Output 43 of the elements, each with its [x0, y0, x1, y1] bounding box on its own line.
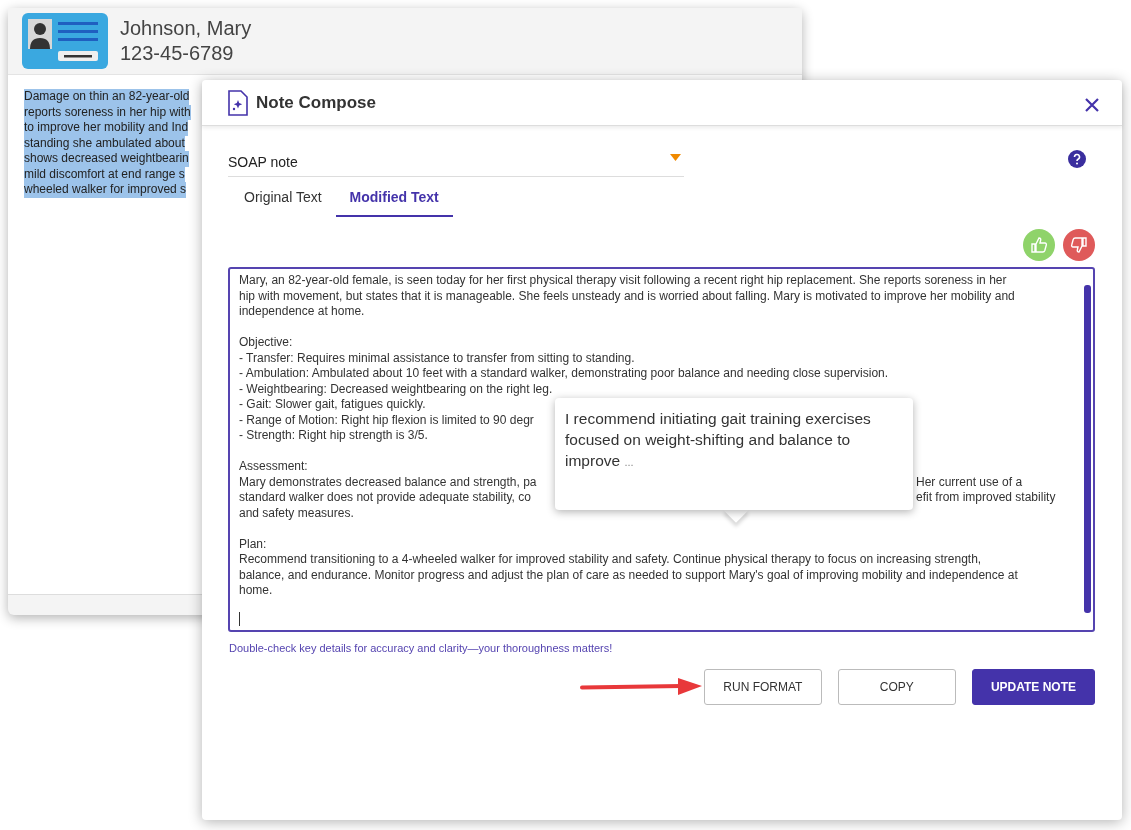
primary-button[interactable]: UPDATE NOTE — [971, 668, 1095, 705]
thumbs-up-button[interactable] — [1023, 229, 1055, 261]
modal-title: Note Compose — [256, 91, 376, 114]
note-text-line: Mary demonstrates decreased balance and strength, pa — [239, 474, 538, 490]
note-text-line: hip with movement, but states that it is manageable. She feels unsteady and is worried about falling. Mary is motivated to improve her mobility and — [239, 288, 1015, 304]
note-text-line: standard walker does not provide adequate stability, co — [239, 490, 532, 506]
caret-icon — [670, 154, 681, 161]
note-text-area[interactable] — [228, 267, 1095, 632]
thumbs-up-icon — [1030, 236, 1048, 254]
sparkle-document-icon — [228, 89, 248, 116]
note-type-dropdown[interactable]: SOAP note — [228, 148, 684, 177]
note-text-line: Objective: — [239, 335, 293, 351]
note-text-line: independence at home. — [239, 304, 365, 320]
patient-id: 123-45-6789 — [120, 41, 235, 66]
note-text-line: balance, and endurance. Monitor progress and adjust the plan of care as needed to support Mary's goal of improving mobility and independence at — [239, 567, 1018, 583]
suggestion-text: I recommend initiating gait training exercises focused on weight-shifting and balance to improve ... — [565, 409, 872, 471]
note-text-line: - Strength: Right hip strength is 3/5. — [239, 428, 428, 444]
note-text-line: Recommend transitioning to a 4-wheeled walker for improved stability and safety. Continue physical therapy to focus on increasing strength, — [239, 552, 982, 568]
tab[interactable]: Original Text — [230, 181, 336, 217]
tab[interactable]: Modified Text — [335, 181, 453, 217]
help-icon[interactable] — [1068, 150, 1086, 168]
patient-name: Johnson, Mary — [120, 16, 252, 41]
note-text-line: - Ambulation: Ambulated about 10 feet with a standard walker, demonstrating poor balance and needing close supervision. — [239, 366, 889, 382]
thumbs-down-icon — [1070, 236, 1088, 254]
note-text-line: and safety measures. — [239, 505, 354, 521]
note-text-line: - Range of Motion: Right hip flexion is limited to 90 degr — [239, 412, 534, 428]
note-text-line: Mary, an 82-year-old female, is seen today for her first physical therapy visit following a recent right hip replacement. She reports soreness in her — [239, 273, 1007, 289]
more-ellipsis[interactable]: ... — [624, 456, 634, 468]
note-text-line: home. — [239, 583, 273, 599]
note-text-line: - Weightbearing: Decreased weightbearing on the right leg. — [239, 381, 553, 397]
note-text-line: Plan: — [239, 536, 267, 552]
note-text-line: - Transfer: Requires minimal assistance to transfer from sitting to standing. — [239, 350, 635, 366]
scrollbar[interactable] — [1084, 285, 1091, 613]
action-button[interactable]: COPY — [837, 668, 956, 705]
note-text-line: efit from improved stability — [916, 490, 1057, 506]
thumbs-down-button[interactable] — [1063, 229, 1095, 261]
note-text-line: - Gait: Slower gait, fatigues quickly. — [239, 397, 426, 413]
text-cursor — [239, 612, 240, 626]
action-button[interactable]: RUN FORMAT — [703, 668, 822, 705]
patient-card-icon — [22, 13, 108, 69]
hint-text: Double-check key details for accuracy and clarity—your thoroughness matters! — [229, 641, 614, 656]
note-text-line: Her current use of a — [916, 474, 1024, 490]
note-text-line: Assessment: — [239, 459, 308, 475]
